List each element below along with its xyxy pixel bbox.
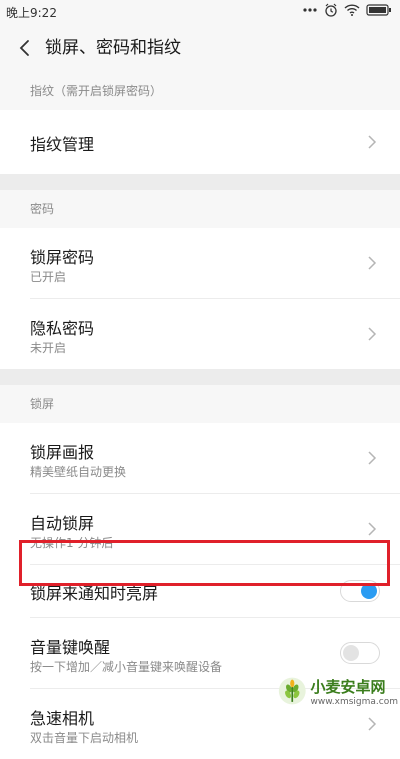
list-item-auto-lock[interactable]: 自动锁屏 无操作1 分钟后 [0,494,400,564]
battery-icon [366,4,392,16]
status-bar: 晚上9:22 [0,0,400,24]
wheat-logo-icon [278,677,306,705]
item-label: 自动锁屏 [30,514,95,533]
toggle-knob [361,583,377,599]
volume-key-wake-toggle[interactable] [340,642,380,664]
list-item-lockscreen-magazine[interactable]: 锁屏画报 精美壁纸自动更换 [0,423,400,493]
chevron-right-icon [368,256,377,270]
item-subtitle: 未开启 [30,341,67,355]
list-item-lockscreen-password[interactable]: 锁屏密码 已开启 [0,228,400,298]
app-bar: 锁屏、密码和指纹 [0,24,400,72]
item-label: 音量键唤醒 [30,638,111,657]
list-item-privacy-password[interactable]: 隐私密码 未开启 [0,299,400,369]
watermark-url: www.xmsigma.com [310,696,398,707]
chevron-right-icon [368,717,377,731]
chevron-right-icon [368,135,377,149]
item-subtitle: 双击音量下启动相机 [30,731,139,745]
section-separator [0,369,400,385]
watermark-title: 小麦安卓网 [310,677,386,696]
status-time: 晚上9:22 [6,6,57,20]
section-header-fingerprint: 指纹（需开启锁屏密码） [0,72,400,110]
item-subtitle: 无操作1 分钟后 [30,536,114,550]
section-header-lockscreen: 锁屏 [0,385,400,423]
toggle-knob [343,645,359,661]
notification-wake-toggle[interactable] [340,580,380,602]
chevron-right-icon [368,327,377,341]
page-title: 锁屏、密码和指纹 [45,38,181,58]
chevron-right-icon [368,522,377,536]
section-header-password: 密码 [0,190,400,228]
alarm-icon [324,3,338,17]
item-label: 锁屏画报 [30,443,95,462]
item-subtitle: 精美壁纸自动更换 [30,465,127,479]
more-dots-icon [302,5,318,15]
item-label: 隐私密码 [30,319,95,338]
watermark-text: 小麦安卓网 www.xmsigma.com [311,676,398,707]
status-icons [302,3,392,17]
settings-list: 指纹（需开启锁屏密码） 指纹管理 密码 锁屏密码 已开启 隐私密码 未开启 锁屏… [0,72,400,759]
item-label: 指纹管理 [30,135,95,154]
item-label: 急速相机 [30,709,95,728]
watermark: 小麦安卓网 www.xmsigma.com [278,672,398,710]
item-subtitle: 已开启 [30,270,67,284]
section-separator [0,174,400,190]
chevron-left-icon [19,40,29,56]
item-label: 锁屏密码 [30,248,95,267]
item-subtitle: 按一下增加／减小音量键来唤醒设备 [30,660,223,674]
wifi-icon [344,4,360,16]
list-item-fingerprint-management[interactable]: 指纹管理 [0,110,400,174]
chevron-right-icon [368,451,377,465]
list-item-notification-wake[interactable]: 锁屏来通知时亮屏 [0,565,400,617]
item-label: 锁屏来通知时亮屏 [30,584,159,603]
back-button[interactable] [12,36,36,60]
